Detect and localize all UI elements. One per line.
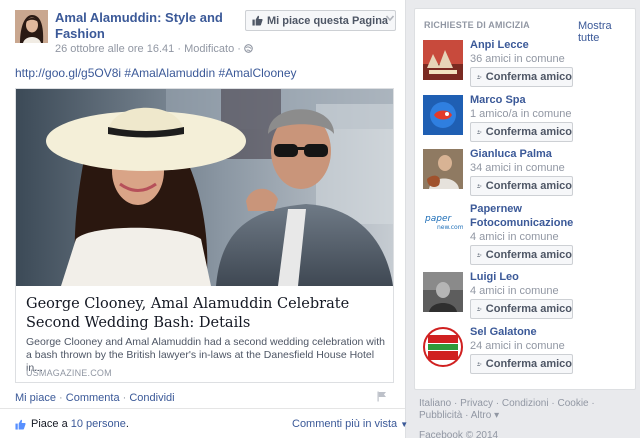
add-friend-icon xyxy=(477,307,482,311)
friend-name[interactable]: Sel Galatone xyxy=(470,325,580,339)
friend-name[interactable]: Luigi Leo xyxy=(470,270,580,284)
add-friend-icon xyxy=(477,184,482,188)
comments-sort-label: Commenti più in vista xyxy=(292,418,398,430)
caret-down-icon[interactable]: ▾ xyxy=(494,410,499,421)
friend-photo[interactable] xyxy=(423,40,463,80)
action-separator: · xyxy=(59,392,63,404)
page-avatar[interactable] xyxy=(15,10,48,43)
mutual-friends[interactable]: 34 amici in comune xyxy=(470,162,565,174)
page-footer: Italiano · Privacy · Condizioni · Cookie… xyxy=(419,398,629,438)
add-friend-icon xyxy=(477,362,482,366)
comments-sort-dropdown[interactable]: Commenti più in vista ▼ xyxy=(292,418,408,430)
confirm-label: Conferma amico xyxy=(485,303,572,315)
friend-photo[interactable] xyxy=(423,327,463,367)
footer-separator: · xyxy=(495,398,500,409)
post-actions: Mi piace · Commenta · Condividi xyxy=(15,392,175,404)
footer-link-ads[interactable]: Pubblicità xyxy=(419,410,462,421)
confirm-friend-button[interactable]: Conferma amico xyxy=(470,67,573,87)
friend-requests-panel: RICHIESTE DI AMICIZIA Mostra tutte Anpi … xyxy=(414,8,636,390)
confirm-label: Conferma amico xyxy=(485,71,572,83)
mutual-friends[interactable]: 24 amici in comune xyxy=(470,340,565,352)
mutual-friends[interactable]: 36 amici in comune xyxy=(470,53,565,65)
thumbs-up-icon xyxy=(252,15,263,26)
globe-icon xyxy=(244,44,253,53)
friend-photo[interactable] xyxy=(423,95,463,135)
like-page-button[interactable]: Mi piace questa Pagina xyxy=(245,10,397,31)
friend-requests-title: RICHIESTE DI AMICIZIA xyxy=(424,20,530,30)
papernew-logo-text: paper xyxy=(424,214,452,224)
show-all-link[interactable]: Mostra tutte xyxy=(578,20,635,44)
friend-photo[interactable] xyxy=(423,272,463,312)
confirm-friend-button[interactable]: Conferma amico xyxy=(470,176,573,196)
confirm-friend-button[interactable]: Conferma amico xyxy=(470,245,573,265)
meta-separator: · xyxy=(177,43,181,55)
svg-text:new.com: new.com xyxy=(437,224,463,231)
action-separator: · xyxy=(122,392,127,404)
footer-link-language[interactable]: Italiano xyxy=(419,398,451,409)
friend-name[interactable]: Gianluca Palma xyxy=(470,147,580,161)
footer-separator: · xyxy=(551,398,555,409)
friend-photo[interactable] xyxy=(423,149,463,189)
edited-label[interactable]: Modificato xyxy=(184,43,234,55)
caret-down-icon: ▼ xyxy=(400,420,409,429)
post-text-link[interactable]: http://goo.gl/g5OV8i #AmalAlamuddin #Ama… xyxy=(15,66,297,80)
footer-link-privacy[interactable]: Privacy xyxy=(460,398,493,409)
footer-link-cookie[interactable]: Cookie xyxy=(557,398,588,409)
article-photo[interactable] xyxy=(16,89,393,286)
likes-count-link[interactable]: 10 persone xyxy=(71,418,126,430)
confirm-label: Conferma amico xyxy=(485,126,572,138)
footer-links: Italiano · Privacy · Condizioni · Cookie… xyxy=(419,398,629,422)
add-friend-icon xyxy=(477,253,482,257)
share-action[interactable]: Condividi xyxy=(129,392,174,404)
confirm-label: Conferma amico xyxy=(485,358,572,370)
friend-photo[interactable]: paper new.com xyxy=(423,204,463,244)
footer-separator: · xyxy=(454,398,458,409)
footer-copyright: Facebook © 2014 xyxy=(419,430,499,438)
footer-link-terms[interactable]: Condizioni xyxy=(502,398,549,409)
meta-separator: · xyxy=(237,43,241,55)
likes-suffix: . xyxy=(125,418,129,430)
news-feed-post: Amal Alamuddin: Style and Fashion 26 ott… xyxy=(0,0,408,438)
divider xyxy=(0,408,405,409)
shared-link-card[interactable]: George Clooney, Amal Alamuddin Celebrate… xyxy=(15,88,394,383)
mutual-friends[interactable]: 4 amici in comune xyxy=(470,231,559,243)
add-friend-icon xyxy=(477,130,482,134)
mutual-friends[interactable]: 4 amici in comune xyxy=(470,285,559,297)
like-page-label: Mi piace questa Pagina xyxy=(267,14,389,27)
thumbs-up-icon xyxy=(15,419,26,430)
confirm-label: Conferma amico xyxy=(485,180,572,192)
post-timestamp[interactable]: 26 ottobre alle ore 16.41 xyxy=(55,43,174,55)
like-action[interactable]: Mi piace xyxy=(15,392,56,404)
article-source: USMAGAZINE.COM xyxy=(26,368,112,378)
footer-separator: · xyxy=(591,398,595,409)
confirm-friend-button[interactable]: Conferma amico xyxy=(470,122,573,142)
footer-link-more[interactable]: Altro xyxy=(471,410,492,421)
likes-prefix: Piace a xyxy=(31,418,68,430)
page-name-link[interactable]: Amal Alamuddin: Style and Fashion xyxy=(55,10,235,42)
likes-summary: Piace a 10 persone. xyxy=(15,418,129,430)
post-meta: 26 ottobre alle ore 16.41 · Modificato · xyxy=(55,43,253,55)
confirm-friend-button[interactable]: Conferma amico xyxy=(470,354,573,374)
footer-separator: · xyxy=(465,410,469,421)
friend-name[interactable]: Anpi Lecce xyxy=(470,38,580,52)
sel-logo xyxy=(423,327,463,367)
add-friend-icon xyxy=(477,75,482,79)
comment-action[interactable]: Commenta xyxy=(66,392,120,404)
friend-name[interactable]: Marco Spa xyxy=(470,93,580,107)
confirm-label: Conferma amico xyxy=(485,249,572,261)
confirm-friend-button[interactable]: Conferma amico xyxy=(470,299,573,319)
flag-icon[interactable] xyxy=(377,391,387,402)
article-title[interactable]: George Clooney, Amal Alamuddin Celebrate… xyxy=(26,295,386,333)
friend-name[interactable]: Papernew Fotocomunicazione xyxy=(470,202,580,230)
mutual-friends[interactable]: 1 amico/a in comune xyxy=(470,108,572,120)
chevron-down-icon[interactable] xyxy=(385,13,395,23)
